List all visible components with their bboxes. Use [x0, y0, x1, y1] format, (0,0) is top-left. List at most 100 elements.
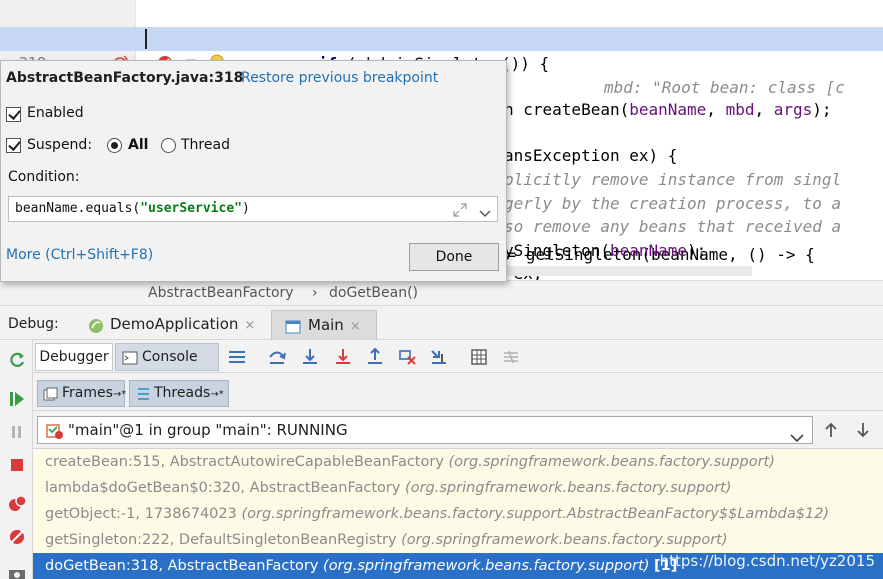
frame-method: lambda$doGetBean$0:320, AbstractBeanFact…: [45, 480, 401, 496]
tab-debugger[interactable]: Debugger: [35, 343, 113, 371]
condition-text: ): [241, 201, 250, 216]
close-icon[interactable]: ×: [244, 318, 255, 333]
breakpoint-properties-popup[interactable]: AbstractBeanFactory.java:318 Restore pre…: [0, 60, 507, 282]
spring-boot-icon: [87, 316, 105, 334]
suspend-all-label: All: [128, 137, 149, 153]
restore-breakpoint-link[interactable]: Restore previous breakpoint: [241, 70, 438, 86]
frame-row[interactable]: getObject:-1, 1738674023 (org.springfram…: [33, 501, 883, 527]
frame-method: getObject:-1, 1738674023: [45, 506, 237, 522]
frame-method: createBean:515, AbstractAutowireCapableB…: [45, 454, 444, 470]
editor-scroll-track[interactable]: [504, 266, 752, 276]
tab-demoapplication[interactable]: DemoApplication ×: [84, 310, 263, 340]
view-breakpoints-icon[interactable]: [7, 494, 27, 514]
condition-label: Condition:: [8, 169, 80, 185]
code-line-318[interactable]: 318 λ sharedInstance = getSingleton(bean…: [0, 27, 883, 264]
suspend-thread-radio[interactable]: [161, 138, 176, 153]
suspend-all-radio[interactable]: [107, 138, 122, 153]
code-param: mbd: [725, 100, 755, 119]
code-line-317[interactable]: 317 if (mbd.isSingleton()) { mbd: "Root …: [0, 4, 883, 97]
force-step-into-icon[interactable]: [333, 348, 353, 366]
code-param: beanName: [629, 100, 707, 119]
code-param: args: [773, 100, 813, 119]
enabled-label: Enabled: [27, 105, 84, 121]
drop-frame-icon[interactable]: [397, 348, 417, 366]
console-label: Console: [142, 349, 198, 365]
pin-icon[interactable]: →*: [210, 389, 223, 400]
breadcrumb-item[interactable]: doGetBean(): [329, 281, 418, 305]
arrow-down-icon[interactable]: [855, 422, 871, 438]
watermark: https://blog.csdn.net/yz2015: [659, 552, 875, 570]
breadcrumb-item[interactable]: AbstractBeanFactory: [148, 281, 294, 305]
intention-bulb-icon[interactable]: [151, 29, 224, 71]
tab-main[interactable]: Main ×: [271, 310, 377, 340]
caret: [145, 29, 147, 49]
suspend-checkbox[interactable]: [6, 138, 21, 153]
conditional-breakpoint-icon[interactable]: [98, 30, 172, 70]
threads-label: Threads: [154, 385, 211, 401]
code-frag: ,: [754, 100, 774, 119]
thread-selector-row: "main"@1 in group "main": RUNNING: [33, 411, 883, 449]
frame-package: (org.springframework.beans.factory.suppo…: [241, 506, 830, 522]
stop-icon[interactable]: [7, 455, 27, 475]
frame-package: (org.springframework.beans.factory.suppo…: [405, 480, 732, 496]
frame-row[interactable]: createBean:515, AbstractAutowireCapableB…: [33, 449, 883, 475]
debugger-toolbar: Debugger Console →*: [33, 340, 883, 390]
breadcrumb-separator: ›: [312, 285, 318, 301]
done-button[interactable]: Done: [409, 243, 499, 271]
pin-icon[interactable]: →*: [113, 389, 126, 400]
code-frag: );: [812, 100, 832, 119]
frame-package: (org.springframework.beans.factory.suppo…: [401, 532, 728, 548]
arrow-up-icon[interactable]: [823, 422, 839, 438]
chevron-down-icon[interactable]: [790, 425, 804, 443]
popup-title: AbstractBeanFactory.java:318: [6, 70, 244, 86]
suspend-thread-label: Thread: [181, 137, 230, 153]
thread-name: "main"@1 in group "main": RUNNING: [68, 421, 348, 439]
close-icon[interactable]: ×: [350, 319, 361, 334]
history-dropdown-icon[interactable]: [479, 204, 491, 218]
tab-console[interactable]: Console →*: [115, 343, 219, 390]
frames-threads-bar: Frames→* Threads→*: [33, 373, 883, 411]
tab-label: Main: [308, 316, 344, 334]
condition-string: "userService": [140, 201, 242, 216]
more-link[interactable]: More (Ctrl+Shift+F8): [6, 247, 153, 263]
camera-icon[interactable]: [7, 564, 27, 579]
step-out-icon[interactable]: [365, 347, 385, 366]
lambda-breakpoint-icon[interactable]: λ: [54, 30, 128, 71]
tab-frames[interactable]: Frames→*: [37, 380, 126, 407]
rerun-icon[interactable]: [7, 350, 27, 370]
thread-dropdown[interactable]: "main"@1 in group "main": RUNNING: [37, 416, 813, 444]
frames-icon: [43, 386, 58, 401]
trace-current-stream-icon[interactable]: [501, 348, 521, 366]
expand-icon[interactable]: [453, 202, 467, 217]
condition-input[interactable]: beanName.equals("userService"): [8, 196, 498, 222]
debug-label: Debug:: [8, 316, 59, 332]
enabled-checkbox[interactable]: [6, 107, 21, 122]
resume-icon[interactable]: [7, 389, 27, 409]
frame-row[interactable]: lambda$doGetBean$0:320, AbstractBeanFact…: [33, 475, 883, 501]
suspend-label: Suspend:: [27, 137, 93, 153]
frame-package: (org.springframework.beans.factory.suppo…: [323, 558, 650, 574]
code-frag: ,: [706, 100, 726, 119]
pause-icon[interactable]: [7, 422, 27, 442]
frame-row[interactable]: getSingleton:222, DefaultSingletonBeanRe…: [33, 527, 883, 553]
tab-threads[interactable]: Threads→*: [129, 380, 229, 407]
code-frag: n createBean(: [504, 100, 630, 119]
application-icon: [284, 317, 302, 335]
run-to-cursor-icon[interactable]: [429, 348, 449, 366]
condition-text: beanName.equals(: [15, 201, 141, 216]
step-into-icon[interactable]: [300, 348, 320, 366]
thread-status-icon: [46, 422, 64, 440]
fold-marker-icon[interactable]: [128, 32, 196, 73]
tab-label: DemoApplication: [110, 315, 239, 333]
frame-package: (org.springframework.beans.factory.suppo…: [448, 454, 775, 470]
debug-left-toolbar: [0, 340, 33, 579]
mute-breakpoints-icon[interactable]: [7, 527, 27, 547]
step-over-icon[interactable]: [267, 348, 287, 366]
debug-tool-header: Debug: DemoApplication × Main ×: [0, 306, 883, 340]
menu-icon[interactable]: [227, 348, 247, 366]
console-icon: [122, 349, 138, 365]
evaluate-expression-icon[interactable]: [469, 348, 489, 366]
threads-icon: [136, 386, 151, 401]
code-text: n createBean(beanName, mbd, args);: [504, 98, 832, 122]
frame-method: doGetBean:318, AbstractBeanFactory: [45, 558, 319, 574]
